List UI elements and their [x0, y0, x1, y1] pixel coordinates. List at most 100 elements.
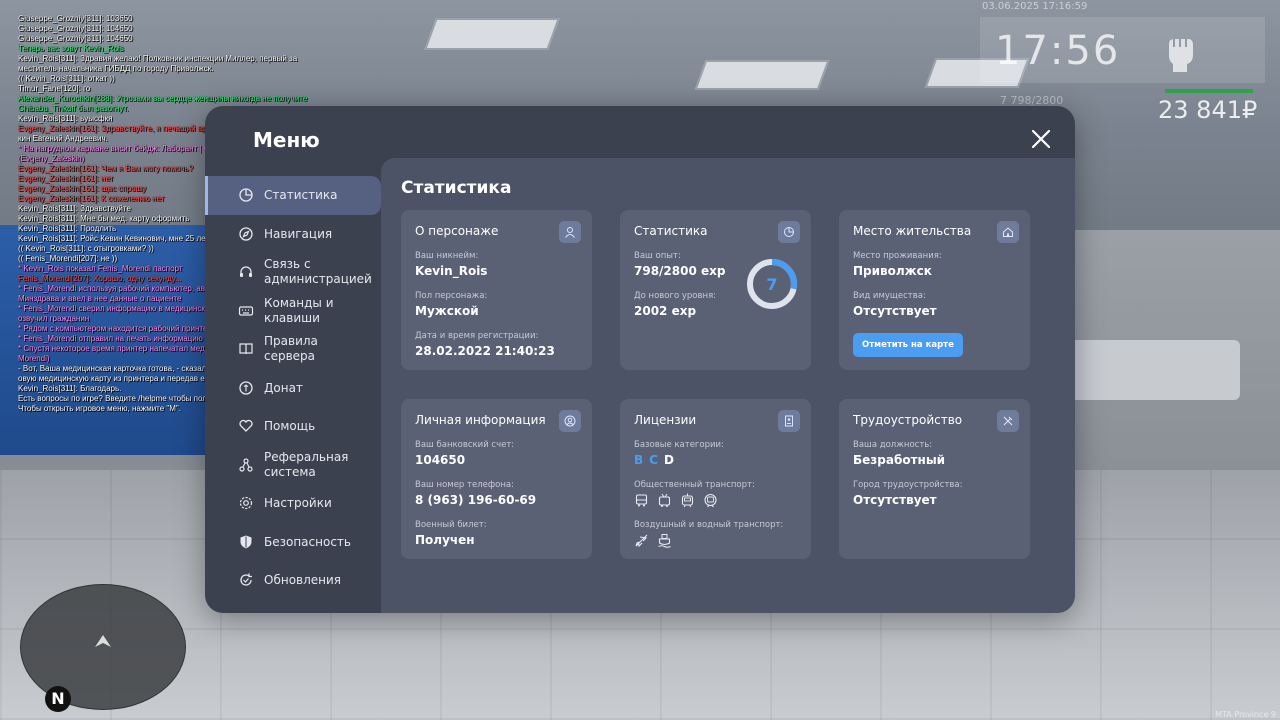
player-marker-icon [95, 635, 111, 647]
nick-label: Ваш никнейм: [415, 251, 479, 261]
coin-icon [237, 379, 255, 397]
card-title: Статистика [634, 224, 708, 238]
license-category-b: B [634, 453, 644, 467]
airplane-icon [634, 533, 649, 548]
nav-item-coin[interactable]: Донат [205, 369, 381, 408]
boat-icon [657, 533, 672, 548]
card-character: О персонаже Ваш никнейм: Kevin_Rois Пол … [401, 210, 592, 370]
nav-item-referral[interactable]: Реферальная система [205, 446, 381, 485]
license-icon [778, 410, 800, 432]
level-number: 7 [766, 274, 778, 294]
nav-item-label: Связь с администрацией [264, 257, 372, 287]
nav-item-heart-hand[interactable]: Помощь [205, 407, 381, 446]
content-title: Статистика [401, 178, 512, 198]
pie-chart-icon [778, 221, 800, 243]
chat-line: меститель начальника ГИБДД по городу При… [18, 64, 214, 73]
book-icon [237, 340, 255, 358]
position-value: Безработный [853, 453, 946, 467]
base-categories-label: Базовые категории: [634, 440, 724, 450]
chat-line: Giuseppe_Grozniy[311]: 104650 [18, 34, 133, 43]
keyboard-icon [237, 302, 255, 320]
nav-item-pie-chart[interactable]: Статистика [205, 176, 381, 215]
reg-label: Дата и время регистрации: [415, 331, 539, 341]
shield-icon [237, 533, 255, 551]
headset-icon [237, 263, 255, 281]
property-label: Вид имущества: [853, 291, 926, 301]
chat-line: Теперь вас зовут Kevin_Rois [18, 44, 124, 53]
air-water-label: Воздушный и водный транспорт: [634, 520, 784, 530]
fist-icon [1169, 39, 1193, 72]
compass-icon [237, 225, 255, 243]
nav-item-label: Команды и клавиши [264, 295, 334, 325]
card-residence: Место жительства Место проживания: Приво… [839, 210, 1030, 370]
user-icon [559, 221, 581, 243]
license-category-c: C [649, 453, 658, 467]
gender-label: Пол персонажа: [415, 291, 488, 301]
game-menu: Меню Статистика Навигация Связь с админист… [205, 106, 1075, 613]
menu-title: Меню [253, 128, 320, 152]
hud-health-bar [1165, 89, 1253, 93]
ceiling-light [694, 60, 830, 90]
chat-line: Timur_Fane[120]: го [18, 84, 91, 93]
nav-item-label: Навигация [264, 226, 333, 241]
military-label: Военный билет: [415, 520, 487, 530]
nav-item-book[interactable]: Правила сервера [205, 330, 381, 369]
chat-line: Kevin_Rois[311]: Здравия желаю! Полковни… [18, 54, 298, 63]
job-city-label: Город трудоустройства: [853, 480, 963, 490]
nav-item-refresh[interactable]: Обновления [205, 561, 381, 600]
phone-label: Ваш номер телефона: [415, 480, 514, 490]
license-category-d: D [663, 453, 674, 467]
ceiling-light [424, 18, 560, 50]
home-icon [997, 221, 1019, 243]
nav-item-label: Обновления [264, 573, 342, 588]
air-water-icons [634, 533, 797, 548]
license-categories: BCD [634, 453, 797, 467]
hud-time: 17:56 [995, 28, 1121, 74]
chat-line: Giuseppe_Grozniy[311]: 104650 [18, 24, 133, 33]
card-title: О персонаже [415, 224, 499, 238]
profile-circle-icon [559, 410, 581, 432]
phone-value: 8 (963) 196-60-69 [415, 493, 537, 507]
pie-chart-icon [237, 186, 255, 204]
nav-item-gear[interactable]: Настройки [205, 484, 381, 523]
card-personal-info: Личная информация Ваш банковский счет: 1… [401, 399, 592, 559]
card-title: Трудоустройство [853, 413, 963, 427]
card-title: Место жительства [853, 224, 972, 238]
menu-sidebar: Статистика Навигация Связь с администрацие… [205, 176, 381, 600]
card-licenses: Лицензии Базовые категории: BCD Обществе… [620, 399, 811, 559]
nav-item-label: Донат [264, 380, 303, 395]
trolleybus-icon [657, 493, 672, 508]
bank-label: Ваш банковский счет: [415, 440, 515, 450]
nav-item-label: Реферальная система [264, 449, 349, 479]
public-transport-label: Общественный транспорт: [634, 480, 755, 490]
metro-icon [703, 493, 718, 508]
nav-item-shield[interactable]: Безопасность [205, 523, 381, 562]
referral-icon [237, 456, 255, 474]
reg-value: 28.02.2022 21:40:23 [415, 344, 555, 358]
watermark: MTA Province 9 [1215, 710, 1276, 719]
nav-item-keyboard[interactable]: Команды и клавиши [205, 292, 381, 331]
nick-value: Kevin_Rois [415, 264, 488, 278]
nav-item-label: Статистика [264, 188, 338, 203]
bank-value: 104650 [415, 453, 466, 467]
bus-icon [634, 493, 649, 508]
place-label: Место проживания: [853, 251, 942, 261]
nav-item-label: Настройки [264, 496, 332, 511]
property-value: Отсутствует [853, 304, 937, 318]
chat-line: Alexander_Kurochkin[288]: Угрозами вы се… [18, 94, 308, 103]
mark-on-map-button[interactable]: Отметить на карте [853, 333, 963, 357]
nav-item-headset[interactable]: Связь с администрацией [205, 253, 381, 292]
military-value: Получен [415, 533, 475, 547]
nav-item-label: Помощь [264, 419, 316, 434]
nav-item-compass[interactable]: Навигация [205, 215, 381, 254]
tools-icon [997, 410, 1019, 432]
place-value: Приволжск [853, 264, 932, 278]
tram-icon [680, 493, 695, 508]
hud-money: 23 841₽ [1158, 96, 1258, 124]
job-city-value: Отсутствует [853, 493, 937, 507]
chat-line: Giuseppe_Grozniy[311]: 103650 [18, 14, 133, 23]
close-icon[interactable] [1030, 128, 1052, 150]
heart-hand-icon [237, 417, 255, 435]
card-title: Лицензии [634, 413, 697, 427]
position-label: Ваша должность: [853, 440, 933, 450]
